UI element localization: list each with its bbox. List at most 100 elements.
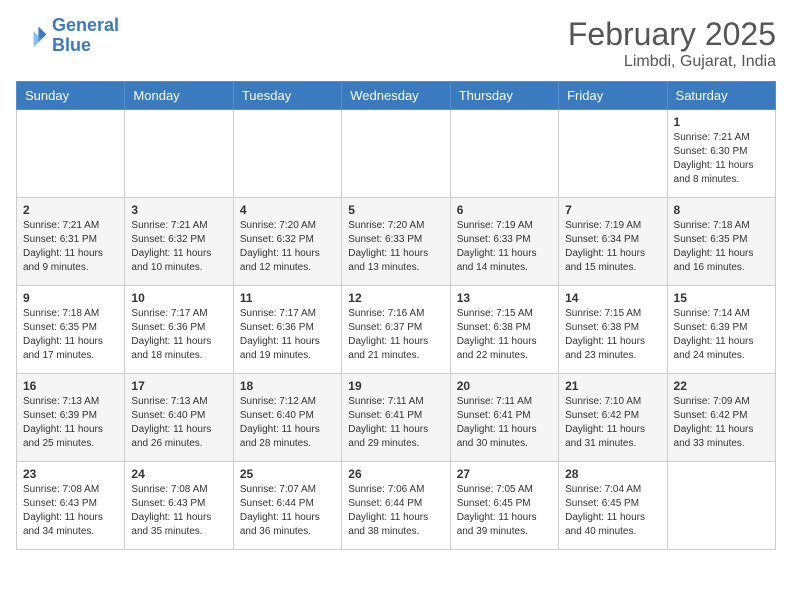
day-number: 10: [131, 291, 226, 305]
day-info: Sunrise: 7:20 AM Sunset: 6:33 PM Dayligh…: [348, 219, 443, 275]
day-info: Sunrise: 7:17 AM Sunset: 6:36 PM Dayligh…: [240, 307, 335, 363]
weekday-header-monday: Monday: [125, 82, 233, 110]
day-info: Sunrise: 7:08 AM Sunset: 6:43 PM Dayligh…: [23, 483, 118, 539]
weekday-header-row: SundayMondayTuesdayWednesdayThursdayFrid…: [17, 82, 776, 110]
day-info: Sunrise: 7:11 AM Sunset: 6:41 PM Dayligh…: [348, 395, 443, 451]
day-number: 3: [131, 203, 226, 217]
day-number: 17: [131, 379, 226, 393]
calendar-cell: 2 Sunrise: 7:21 AM Sunset: 6:31 PM Daylig…: [17, 198, 125, 286]
calendar-cell: 22Sunrise: 7:09 AM Sunset: 6:42 PM Dayli…: [667, 374, 775, 462]
calendar-cell: 25 Sunrise: 7:07 AM Sunset: 6:44 PM Dayli…: [233, 462, 341, 550]
calendar-cell: [559, 110, 667, 198]
day-info: Sunrise: 7:06 AM Sunset: 6:44 PM Dayligh…: [348, 483, 443, 539]
calendar-cell: 19 Sunrise: 7:11 AM Sunset: 6:41 PM Dayli…: [342, 374, 450, 462]
calendar-week-3: 9Sunrise: 7:18 AM Sunset: 6:35 PM Daylig…: [17, 286, 776, 374]
calendar-cell: 11 Sunrise: 7:17 AM Sunset: 6:36 PM Dayli…: [233, 286, 341, 374]
day-number: 1: [674, 115, 769, 129]
calendar-cell: 15 Sunrise: 7:14 AM Sunset: 6:39 PM Dayli…: [667, 286, 775, 374]
day-info: Sunrise: 7:18 AM Sunset: 6:35 PM Dayligh…: [674, 219, 769, 275]
calendar-cell: [342, 110, 450, 198]
day-info: Sunrise: 7:16 AM Sunset: 6:37 PM Dayligh…: [348, 307, 443, 363]
weekday-header-wednesday: Wednesday: [342, 82, 450, 110]
day-info: Sunrise: 7:05 AM Sunset: 6:45 PM Dayligh…: [457, 483, 552, 539]
day-number: 4: [240, 203, 335, 217]
day-info: Sunrise: 7:17 AM Sunset: 6:36 PM Dayligh…: [131, 307, 226, 363]
day-number: 7: [565, 203, 660, 217]
day-info: Sunrise: 7:13 AM Sunset: 6:39 PM Dayligh…: [23, 395, 118, 451]
calendar-cell: 6 Sunrise: 7:19 AM Sunset: 6:33 PM Daylig…: [450, 198, 558, 286]
day-number: 21: [565, 379, 660, 393]
title-block: February 2025 Limbdi, Gujarat, India: [568, 16, 776, 71]
calendar-cell: 1 Sunrise: 7:21 AM Sunset: 6:30 PM Daylig…: [667, 110, 775, 198]
calendar-cell: 20Sunrise: 7:11 AM Sunset: 6:41 PM Dayli…: [450, 374, 558, 462]
day-number: 2: [23, 203, 118, 217]
day-info: Sunrise: 7:09 AM Sunset: 6:42 PM Dayligh…: [674, 395, 769, 451]
calendar-table: SundayMondayTuesdayWednesdayThursdayFrid…: [16, 81, 776, 550]
weekday-header-thursday: Thursday: [450, 82, 558, 110]
day-number: 14: [565, 291, 660, 305]
calendar-cell: 14 Sunrise: 7:15 AM Sunset: 6:38 PM Dayli…: [559, 286, 667, 374]
calendar-cell: [17, 110, 125, 198]
calendar-cell: 27 Sunrise: 7:05 AM Sunset: 6:45 PM Dayli…: [450, 462, 558, 550]
calendar-week-2: 2 Sunrise: 7:21 AM Sunset: 6:31 PM Daylig…: [17, 198, 776, 286]
calendar-cell: 23 Sunrise: 7:08 AM Sunset: 6:43 PM Dayli…: [17, 462, 125, 550]
day-number: 15: [674, 291, 769, 305]
calendar-cell: 18Sunrise: 7:12 AM Sunset: 6:40 PM Dayli…: [233, 374, 341, 462]
day-info: Sunrise: 7:08 AM Sunset: 6:43 PM Dayligh…: [131, 483, 226, 539]
day-number: 27: [457, 467, 552, 481]
day-number: 11: [240, 291, 335, 305]
day-info: Sunrise: 7:07 AM Sunset: 6:44 PM Dayligh…: [240, 483, 335, 539]
calendar-cell: 3 Sunrise: 7:21 AM Sunset: 6:32 PM Daylig…: [125, 198, 233, 286]
day-info: Sunrise: 7:21 AM Sunset: 6:30 PM Dayligh…: [674, 131, 769, 187]
day-number: 8: [674, 203, 769, 217]
day-info: Sunrise: 7:13 AM Sunset: 6:40 PM Dayligh…: [131, 395, 226, 451]
calendar-cell: 17 Sunrise: 7:13 AM Sunset: 6:40 PM Dayli…: [125, 374, 233, 462]
day-number: 16: [23, 379, 118, 393]
calendar-cell: 28Sunrise: 7:04 AM Sunset: 6:45 PM Dayli…: [559, 462, 667, 550]
calendar-cell: 5 Sunrise: 7:20 AM Sunset: 6:33 PM Daylig…: [342, 198, 450, 286]
calendar-cell: 16 Sunrise: 7:13 AM Sunset: 6:39 PM Dayli…: [17, 374, 125, 462]
weekday-header-sunday: Sunday: [17, 82, 125, 110]
page-header: General Blue February 2025 Limbdi, Gujar…: [16, 16, 776, 71]
day-info: Sunrise: 7:20 AM Sunset: 6:32 PM Dayligh…: [240, 219, 335, 275]
day-info: Sunrise: 7:18 AM Sunset: 6:35 PM Dayligh…: [23, 307, 118, 363]
day-number: 25: [240, 467, 335, 481]
weekday-header-friday: Friday: [559, 82, 667, 110]
day-number: 13: [457, 291, 552, 305]
calendar-cell: [125, 110, 233, 198]
day-number: 26: [348, 467, 443, 481]
logo: General Blue: [16, 16, 119, 56]
calendar-cell: 7Sunrise: 7:19 AM Sunset: 6:34 PM Daylig…: [559, 198, 667, 286]
day-number: 19: [348, 379, 443, 393]
calendar-cell: 12 Sunrise: 7:16 AM Sunset: 6:37 PM Dayli…: [342, 286, 450, 374]
day-number: 20: [457, 379, 552, 393]
day-number: 23: [23, 467, 118, 481]
day-info: Sunrise: 7:19 AM Sunset: 6:33 PM Dayligh…: [457, 219, 552, 275]
logo-icon: [16, 20, 48, 52]
day-number: 18: [240, 379, 335, 393]
calendar-week-5: 23 Sunrise: 7:08 AM Sunset: 6:43 PM Dayli…: [17, 462, 776, 550]
calendar-cell: [450, 110, 558, 198]
day-number: 6: [457, 203, 552, 217]
calendar-cell: 13 Sunrise: 7:15 AM Sunset: 6:38 PM Dayli…: [450, 286, 558, 374]
calendar-cell: 4 Sunrise: 7:20 AM Sunset: 6:32 PM Daylig…: [233, 198, 341, 286]
calendar-cell: 9Sunrise: 7:18 AM Sunset: 6:35 PM Daylig…: [17, 286, 125, 374]
day-info: Sunrise: 7:15 AM Sunset: 6:38 PM Dayligh…: [457, 307, 552, 363]
weekday-header-saturday: Saturday: [667, 82, 775, 110]
weekday-header-tuesday: Tuesday: [233, 82, 341, 110]
day-number: 5: [348, 203, 443, 217]
calendar-cell: [233, 110, 341, 198]
day-info: Sunrise: 7:21 AM Sunset: 6:31 PM Dayligh…: [23, 219, 118, 275]
day-number: 24: [131, 467, 226, 481]
day-info: Sunrise: 7:10 AM Sunset: 6:42 PM Dayligh…: [565, 395, 660, 451]
day-info: Sunrise: 7:21 AM Sunset: 6:32 PM Dayligh…: [131, 219, 226, 275]
calendar-week-4: 16 Sunrise: 7:13 AM Sunset: 6:39 PM Dayli…: [17, 374, 776, 462]
calendar-cell: [667, 462, 775, 550]
day-number: 28: [565, 467, 660, 481]
day-info: Sunrise: 7:15 AM Sunset: 6:38 PM Dayligh…: [565, 307, 660, 363]
day-number: 12: [348, 291, 443, 305]
calendar-cell: 8 Sunrise: 7:18 AM Sunset: 6:35 PM Daylig…: [667, 198, 775, 286]
calendar-week-1: 1 Sunrise: 7:21 AM Sunset: 6:30 PM Daylig…: [17, 110, 776, 198]
location: Limbdi, Gujarat, India: [568, 53, 776, 71]
day-info: Sunrise: 7:14 AM Sunset: 6:39 PM Dayligh…: [674, 307, 769, 363]
